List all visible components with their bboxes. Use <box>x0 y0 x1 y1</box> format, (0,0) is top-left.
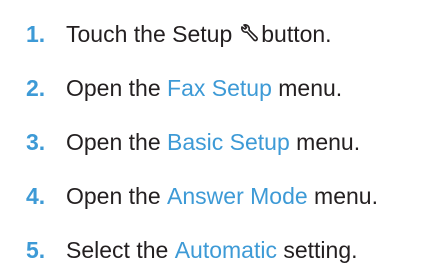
setting-name-automatic: Automatic <box>174 237 277 263</box>
step-text-before: Open the <box>66 75 161 101</box>
instruction-steps: 1. Touch the Setup button. 2. Open the F… <box>0 0 425 275</box>
step-number: 3. <box>26 129 46 155</box>
step-text-before: Open the <box>66 129 161 155</box>
step-text: Open the Fax Setup menu. <box>66 74 342 102</box>
step-text: Open the Basic Setup menu. <box>66 128 360 156</box>
step-text-before: Select the <box>66 237 169 263</box>
step-text-after: setting. <box>283 237 358 263</box>
menu-name-basic-setup: Basic Setup <box>167 129 290 155</box>
menu-name-answer-mode: Answer Mode <box>167 183 308 209</box>
step-number: 1. <box>26 21 46 47</box>
wrench-icon <box>239 23 259 45</box>
step-text-after: menu. <box>296 129 361 155</box>
step-text-after: menu. <box>314 183 378 209</box>
step-text-after: button. <box>261 21 332 47</box>
step-text: Open the Answer Mode menu. <box>66 182 378 210</box>
step-number: 2. <box>26 75 46 101</box>
step-text: Select the Automatic setting. <box>66 236 358 264</box>
step-text-before: Touch the Setup <box>66 21 233 47</box>
step-number: 4. <box>26 183 46 209</box>
step-number: 5. <box>26 237 46 263</box>
step-text-after: menu. <box>278 75 343 101</box>
step-text-before: Open the <box>66 183 161 209</box>
step-text: Touch the Setup button. <box>66 20 332 48</box>
menu-name-fax-setup: Fax Setup <box>167 75 272 101</box>
